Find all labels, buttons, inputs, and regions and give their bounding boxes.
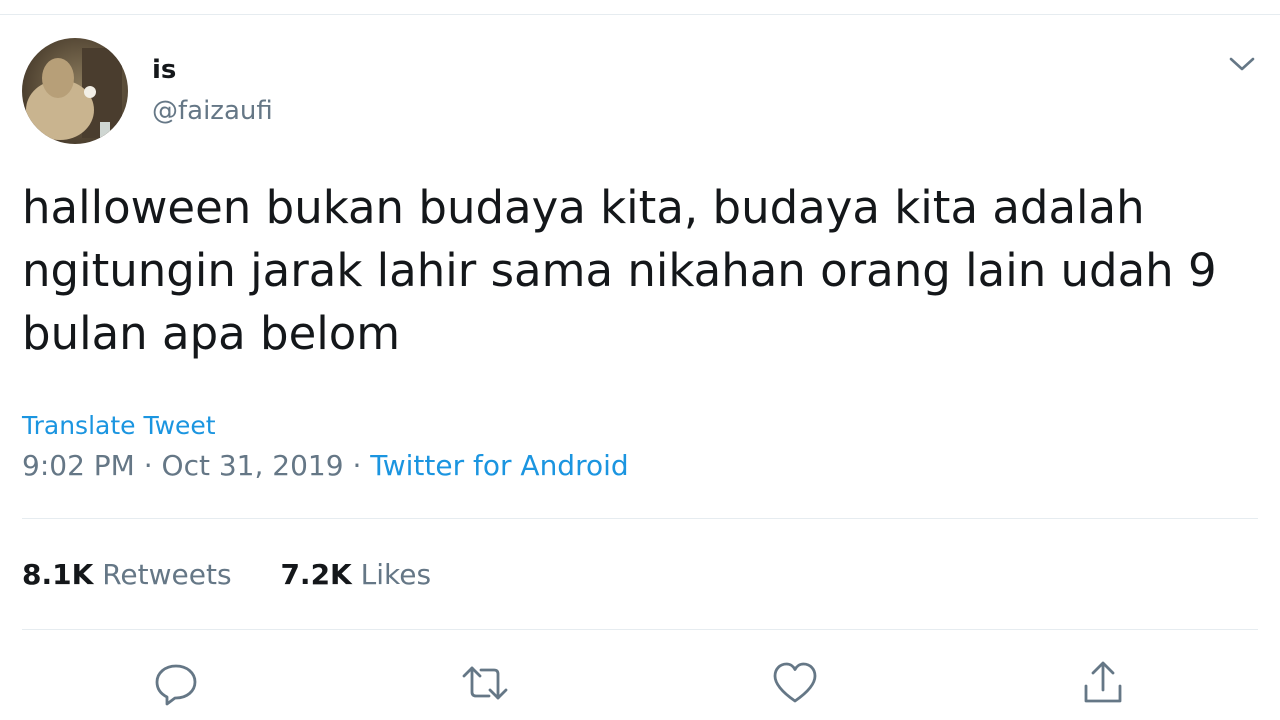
avatar-image (22, 38, 128, 144)
likes-stat[interactable]: 7.2K Likes (280, 557, 431, 593)
tweet-text: halloween bukan budaya kita, budaya kita… (22, 181, 1217, 360)
reply-button[interactable] (151, 658, 201, 708)
meta-separator: · (143, 449, 153, 482)
tweet-source-link[interactable]: Twitter for Android (370, 449, 628, 482)
divider (22, 629, 1258, 630)
retweets-count: 8.1K (22, 558, 94, 591)
meta-separator: · (352, 449, 362, 482)
share-button[interactable] (1078, 658, 1128, 708)
share-icon (1084, 661, 1122, 703)
likes-count: 7.2K (280, 558, 352, 591)
avatar[interactable] (22, 38, 128, 144)
divider (22, 518, 1258, 519)
retweet-button[interactable] (460, 658, 510, 708)
tweet-stats: 8.1K Retweets 7.2K Likes (22, 557, 471, 593)
retweet-icon (462, 666, 508, 700)
likes-label: Likes (360, 558, 432, 591)
retweets-label: Retweets (102, 558, 232, 591)
reply-icon (155, 664, 197, 706)
tweet-date[interactable]: Oct 31, 2019 (162, 449, 344, 482)
display-name[interactable]: is (152, 54, 176, 86)
like-button[interactable] (770, 658, 820, 708)
retweets-stat[interactable]: 8.1K Retweets (22, 557, 232, 593)
tweet-time[interactable]: 9:02 PM (22, 449, 135, 482)
tweet-meta: 9:02 PM · Oct 31, 2019 · Twitter for And… (22, 448, 629, 484)
translate-tweet-link[interactable]: Translate Tweet (22, 410, 216, 442)
chevron-down-icon[interactable] (1226, 50, 1258, 78)
heart-icon (773, 662, 817, 703)
top-divider (0, 14, 1280, 15)
user-handle[interactable]: @faizaufi (152, 95, 273, 127)
